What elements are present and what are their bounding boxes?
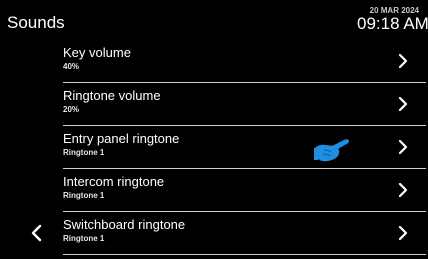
list-item-ringtone-volume[interactable]: Ringtone volume 20% (63, 83, 426, 126)
item-label: Key volume (63, 45, 131, 60)
back-button[interactable] (29, 224, 45, 242)
list-item-entry-panel-ringtone[interactable]: Entry panel ringtone Ringtone 1 (63, 126, 426, 169)
item-value: Ringtone 1 (63, 148, 105, 157)
hand-pointer-icon (314, 139, 349, 162)
list-item-switchboard-ringtone[interactable]: Switchboard ringtone Ringtone 1 (63, 212, 426, 255)
list-item-key-volume[interactable]: Key volume 40% (63, 40, 426, 83)
item-value: Ringtone 1 (63, 191, 105, 200)
item-label: Intercom ringtone (63, 174, 165, 189)
item-label: Ringtone volume (63, 88, 161, 103)
chevron-right-icon (398, 226, 408, 240)
settings-list: Key volume 40% Ringtone volume 20% Entry… (57, 40, 428, 255)
chevron-right-icon (398, 97, 408, 111)
item-label: Entry panel ringtone (63, 131, 180, 146)
clock-time: 09:18 AM (357, 14, 428, 33)
chevron-right-icon (398, 140, 408, 154)
item-value: 40% (63, 62, 80, 71)
item-value: Ringtone 1 (63, 234, 105, 243)
chevron-right-icon (398, 183, 408, 197)
item-value: 20% (63, 105, 80, 114)
list-item-intercom-ringtone[interactable]: Intercom ringtone Ringtone 1 (63, 169, 426, 212)
chevron-right-icon (398, 54, 408, 68)
page-title: Sounds (7, 13, 65, 32)
chevron-left-icon (31, 224, 42, 242)
item-label: Switchboard ringtone (63, 217, 186, 232)
